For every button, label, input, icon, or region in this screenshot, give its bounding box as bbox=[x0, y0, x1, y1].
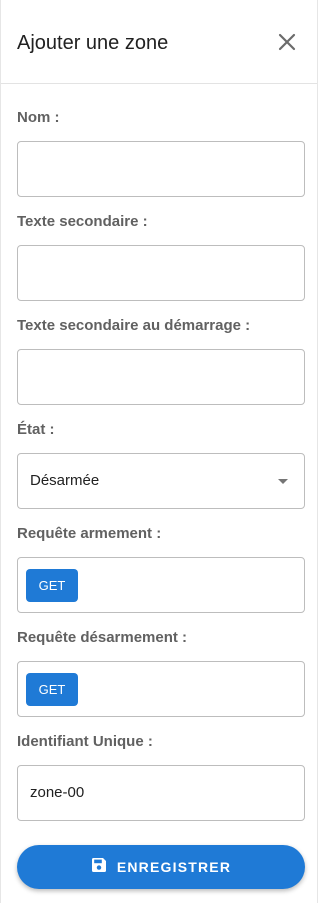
unique-id-label: Identifiant Unique : bbox=[17, 733, 153, 750]
name-field[interactable] bbox=[17, 141, 305, 197]
disarm-request-label: Requête désarmement : bbox=[17, 629, 188, 646]
arm-request-field[interactable]: GET bbox=[17, 557, 305, 613]
arm-request-method-chip[interactable]: GET bbox=[26, 569, 78, 602]
secondary-text-label: Texte secondaire : bbox=[17, 213, 148, 230]
unique-id-field-value: zone-00 bbox=[30, 784, 85, 801]
chevron-down-icon bbox=[278, 479, 288, 484]
add-zone-panel: Ajouter une zone Nom : Texte secondaire … bbox=[0, 0, 318, 903]
name-label: Nom : bbox=[17, 109, 60, 126]
state-label: État : bbox=[17, 421, 55, 438]
secondary-text-startup-field[interactable] bbox=[17, 349, 305, 405]
disarm-request-method-chip[interactable]: GET bbox=[26, 673, 78, 706]
panel-header: Ajouter une zone bbox=[1, 0, 317, 84]
save-button-label: ENREGISTRER bbox=[116, 859, 232, 875]
close-icon[interactable] bbox=[275, 30, 299, 54]
unique-id-field[interactable]: zone-00 bbox=[17, 765, 305, 821]
state-selected-value: Désarmée bbox=[30, 472, 100, 489]
arm-request-label: Requête armement : bbox=[17, 525, 162, 542]
secondary-text-field[interactable] bbox=[17, 245, 305, 301]
save-button[interactable]: ENREGISTRER bbox=[17, 845, 305, 889]
floppy-disk-icon bbox=[91, 857, 107, 878]
secondary-text-startup-label: Texte secondaire au démarrage : bbox=[17, 317, 251, 334]
state-select[interactable]: Désarmée bbox=[17, 453, 305, 509]
panel-title: Ajouter une zone bbox=[17, 32, 169, 54]
disarm-request-field[interactable]: GET bbox=[17, 661, 305, 717]
